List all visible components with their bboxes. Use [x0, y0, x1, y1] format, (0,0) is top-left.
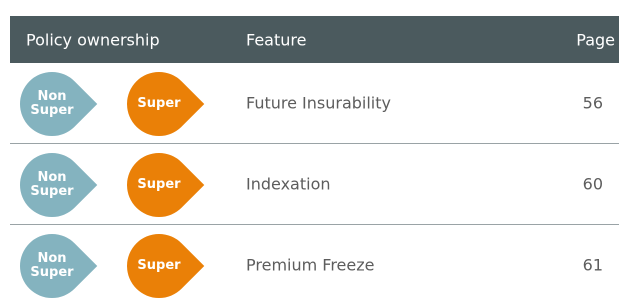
super-badge: Super: [127, 72, 205, 136]
non-super-label-line1: Non: [37, 170, 67, 185]
super-label: Super: [137, 96, 181, 111]
header-policy-ownership: Policy ownership: [26, 30, 160, 49]
non-super-badge: Non Super: [20, 234, 98, 298]
super-badge: Super: [127, 153, 205, 217]
non-super-label-line1: Non: [37, 89, 67, 104]
policy-feature-table: Policy ownership Feature Page Non Super …: [10, 16, 619, 305]
feature-name: Future Insurability: [246, 93, 391, 113]
page-number: 61: [582, 255, 603, 275]
header-feature: Feature: [246, 30, 307, 49]
feature-name: Premium Freeze: [246, 255, 375, 275]
super-label: Super: [137, 258, 181, 273]
non-super-label-line2: Super: [30, 184, 74, 199]
table-row: Non Super Super Premium Freeze 61: [10, 225, 619, 305]
non-super-badge: Non Super: [20, 153, 98, 217]
super-label: Super: [137, 177, 181, 192]
page-number: 60: [582, 174, 603, 194]
header-page: Page: [576, 30, 615, 49]
table-row: Non Super Super Indexation 60: [10, 144, 619, 225]
page-number: 56: [582, 93, 603, 113]
feature-name: Indexation: [246, 174, 331, 194]
non-super-label-line2: Super: [30, 103, 74, 118]
non-super-label-line2: Super: [30, 265, 74, 280]
non-super-badge: Non Super: [20, 72, 98, 136]
non-super-label-line1: Non: [37, 251, 67, 266]
super-badge: Super: [127, 234, 205, 298]
table-header: Policy ownership Feature Page: [10, 16, 619, 63]
table-row: Non Super Super Future Insurability 56: [10, 63, 619, 144]
